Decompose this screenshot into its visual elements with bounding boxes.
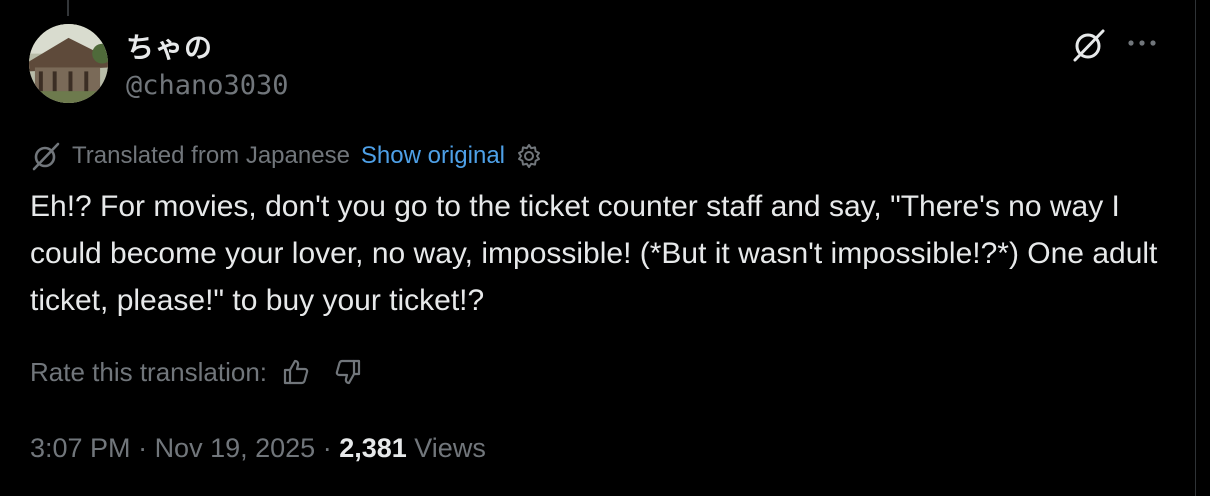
thumbs-up-icon[interactable] bbox=[281, 357, 311, 387]
more-options-button[interactable] bbox=[1124, 28, 1160, 58]
translation-bar: Translated from Japanese Show original bbox=[30, 140, 543, 172]
rate-translation-row: Rate this translation: bbox=[30, 354, 363, 390]
tweet-date[interactable]: Nov 19, 2025 bbox=[155, 433, 316, 463]
meta-separator: · bbox=[315, 433, 340, 463]
grok-button[interactable] bbox=[1070, 26, 1108, 64]
tweet-meta: 3:07 PM · Nov 19, 2025 · 2,381 Views bbox=[30, 433, 486, 464]
rate-translation-label: Rate this translation: bbox=[30, 356, 268, 387]
views-count: 2,381 bbox=[339, 433, 407, 463]
column-border bbox=[1195, 0, 1196, 496]
meta-separator: · bbox=[130, 433, 155, 463]
avatar-image bbox=[29, 24, 108, 103]
views-label: Views bbox=[414, 433, 486, 463]
thumbs-down-icon[interactable] bbox=[333, 357, 363, 387]
display-name[interactable]: ちゃの bbox=[126, 26, 213, 66]
translate-grok-icon bbox=[32, 142, 60, 171]
show-original-link[interactable]: Show original bbox=[361, 142, 505, 170]
grok-slash-icon bbox=[1073, 29, 1105, 62]
thread-connector-line bbox=[67, 0, 69, 16]
avatar[interactable] bbox=[29, 24, 108, 103]
more-dots-icon bbox=[1128, 40, 1156, 46]
tweet-text: Eh!? For movies, don't you go to the tic… bbox=[30, 190, 1158, 317]
tweet-time[interactable]: 3:07 PM bbox=[30, 433, 131, 463]
translated-from-label: Translated from Japanese bbox=[72, 142, 350, 169]
gear-icon[interactable] bbox=[515, 142, 543, 170]
user-handle[interactable]: @chano3030 bbox=[126, 70, 289, 101]
